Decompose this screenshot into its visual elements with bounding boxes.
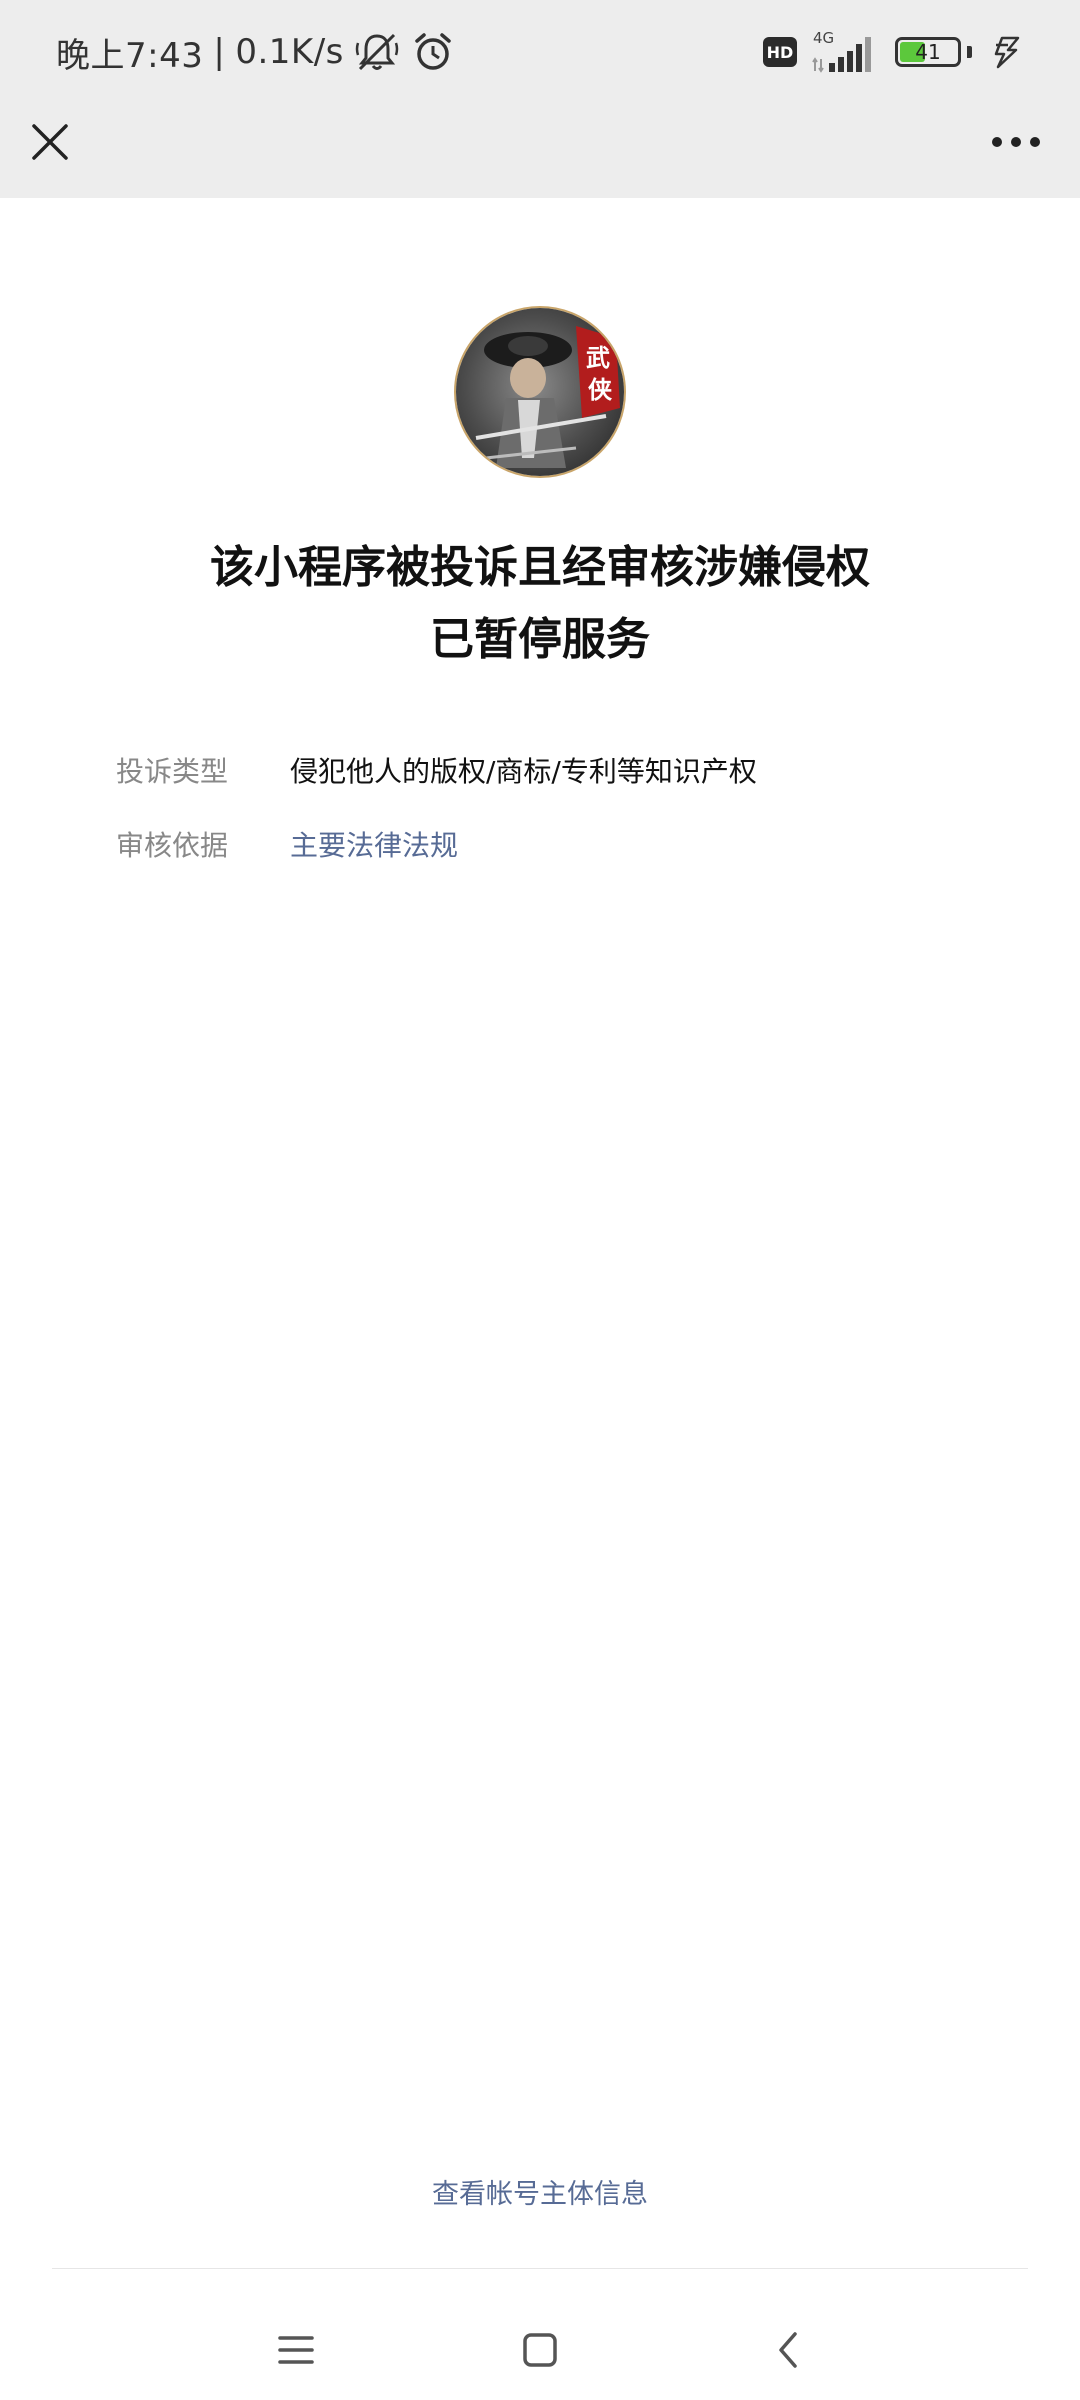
mini-program-avatar: 武 侠 bbox=[454, 306, 626, 478]
title-bar bbox=[0, 104, 1080, 198]
close-button[interactable] bbox=[24, 116, 76, 168]
complaint-type-label: 投诉类型 bbox=[116, 755, 229, 788]
complaint-type-value: 侵犯他人的版权/商标/专利等知识产权 bbox=[290, 755, 757, 788]
notice-title: 该小程序被投诉且经审核涉嫌侵权 已暂停服务 bbox=[0, 532, 1080, 676]
status-separator: | bbox=[213, 32, 226, 72]
notice-title-line2: 已暂停服务 bbox=[430, 614, 650, 665]
status-bar: 晚上7:43 | 0.1K/s HD 4G 41 bbox=[0, 0, 1080, 104]
hd-icon: HD bbox=[763, 37, 797, 67]
nav-back-button[interactable] bbox=[758, 2320, 818, 2380]
battery-level: 41 bbox=[915, 40, 941, 64]
svg-text:侠: 侠 bbox=[588, 375, 613, 404]
review-basis-row: 审核依据 主要法律法规 bbox=[116, 826, 458, 866]
home-icon bbox=[523, 2333, 557, 2367]
svg-text:武: 武 bbox=[586, 343, 610, 372]
nav-home-button[interactable] bbox=[510, 2320, 570, 2380]
battery-icon: 41 bbox=[895, 37, 961, 67]
status-right: HD 4G 41 bbox=[763, 26, 1024, 78]
view-account-info-link[interactable]: 查看帐号主体信息 bbox=[0, 2172, 1080, 2211]
more-dots-icon bbox=[992, 137, 1040, 147]
alarm-icon bbox=[415, 33, 451, 70]
status-left: 晚上7:43 | 0.1K/s bbox=[56, 28, 456, 76]
bell-muted-icon bbox=[355, 33, 399, 71]
top-area: 晚上7:43 | 0.1K/s HD 4G 41 bbox=[0, 0, 1080, 198]
close-icon bbox=[32, 124, 68, 160]
status-net-speed: 0.1K/s bbox=[235, 32, 344, 72]
system-nav-bar bbox=[0, 2300, 1080, 2400]
bottom-divider bbox=[52, 2268, 1028, 2269]
laws-regulations-link[interactable]: 主要法律法规 bbox=[290, 826, 458, 866]
review-basis-label: 审核依据 bbox=[116, 829, 229, 862]
battery-cap bbox=[967, 46, 972, 58]
back-icon bbox=[779, 2332, 797, 2368]
menu-icon bbox=[278, 2336, 314, 2364]
complaint-type-row: 投诉类型 侵犯他人的版权/商标/专利等知识产权 bbox=[116, 752, 757, 792]
signal-icon: 4G bbox=[811, 29, 881, 75]
status-time: 晚上7:43 bbox=[56, 35, 204, 76]
charging-icon bbox=[994, 36, 1020, 69]
more-button[interactable] bbox=[986, 114, 1046, 170]
notice-title-line1: 该小程序被投诉且经审核涉嫌侵权 bbox=[210, 542, 870, 593]
nav-menu-button[interactable] bbox=[266, 2320, 326, 2380]
